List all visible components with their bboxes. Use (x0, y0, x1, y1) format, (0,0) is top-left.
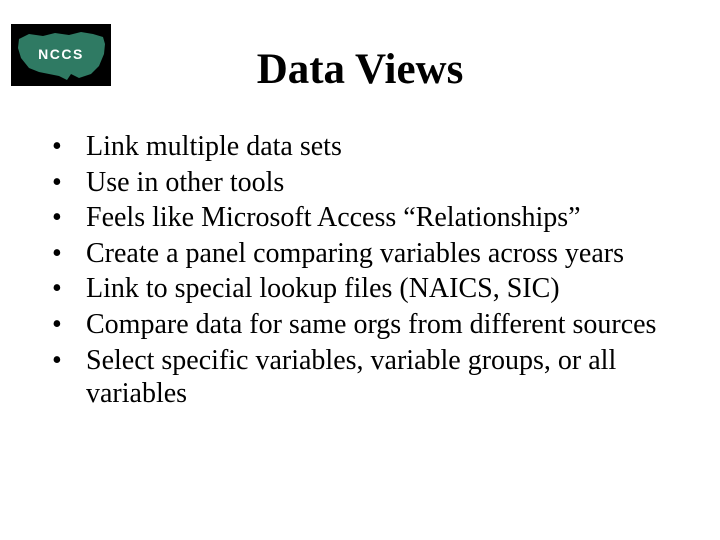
bullet-text: Use in other tools (84, 166, 680, 200)
bullet-icon: • (48, 344, 84, 378)
list-item: • Create a panel comparing variables acr… (48, 237, 680, 271)
bullet-icon: • (48, 166, 84, 200)
bullet-icon: • (48, 201, 84, 235)
bullet-icon: • (48, 272, 84, 306)
bullet-icon: • (48, 308, 84, 342)
list-item: • Compare data for same orgs from differ… (48, 308, 680, 342)
bullet-text: Select specific variables, variable grou… (84, 344, 680, 411)
logo-text: NCCS (38, 46, 84, 62)
bullet-icon: • (48, 237, 84, 271)
list-item: • Feels like Microsoft Access “Relations… (48, 201, 680, 235)
list-item: • Select specific variables, variable gr… (48, 344, 680, 411)
bullet-text: Feels like Microsoft Access “Relationshi… (84, 201, 680, 235)
bullet-list: • Link multiple data sets • Use in other… (48, 130, 680, 413)
list-item: • Link multiple data sets (48, 130, 680, 164)
page-title: Data Views (0, 45, 720, 94)
bullet-text: Link multiple data sets (84, 130, 680, 164)
list-item: • Link to special lookup files (NAICS, S… (48, 272, 680, 306)
bullet-text: Link to special lookup files (NAICS, SIC… (84, 272, 680, 306)
bullet-text: Create a panel comparing variables acros… (84, 237, 680, 271)
bullet-icon: • (48, 130, 84, 164)
list-item: • Use in other tools (48, 166, 680, 200)
slide: NCCS Data Views • Link multiple data set… (0, 0, 720, 540)
bullet-text: Compare data for same orgs from differen… (84, 308, 680, 342)
